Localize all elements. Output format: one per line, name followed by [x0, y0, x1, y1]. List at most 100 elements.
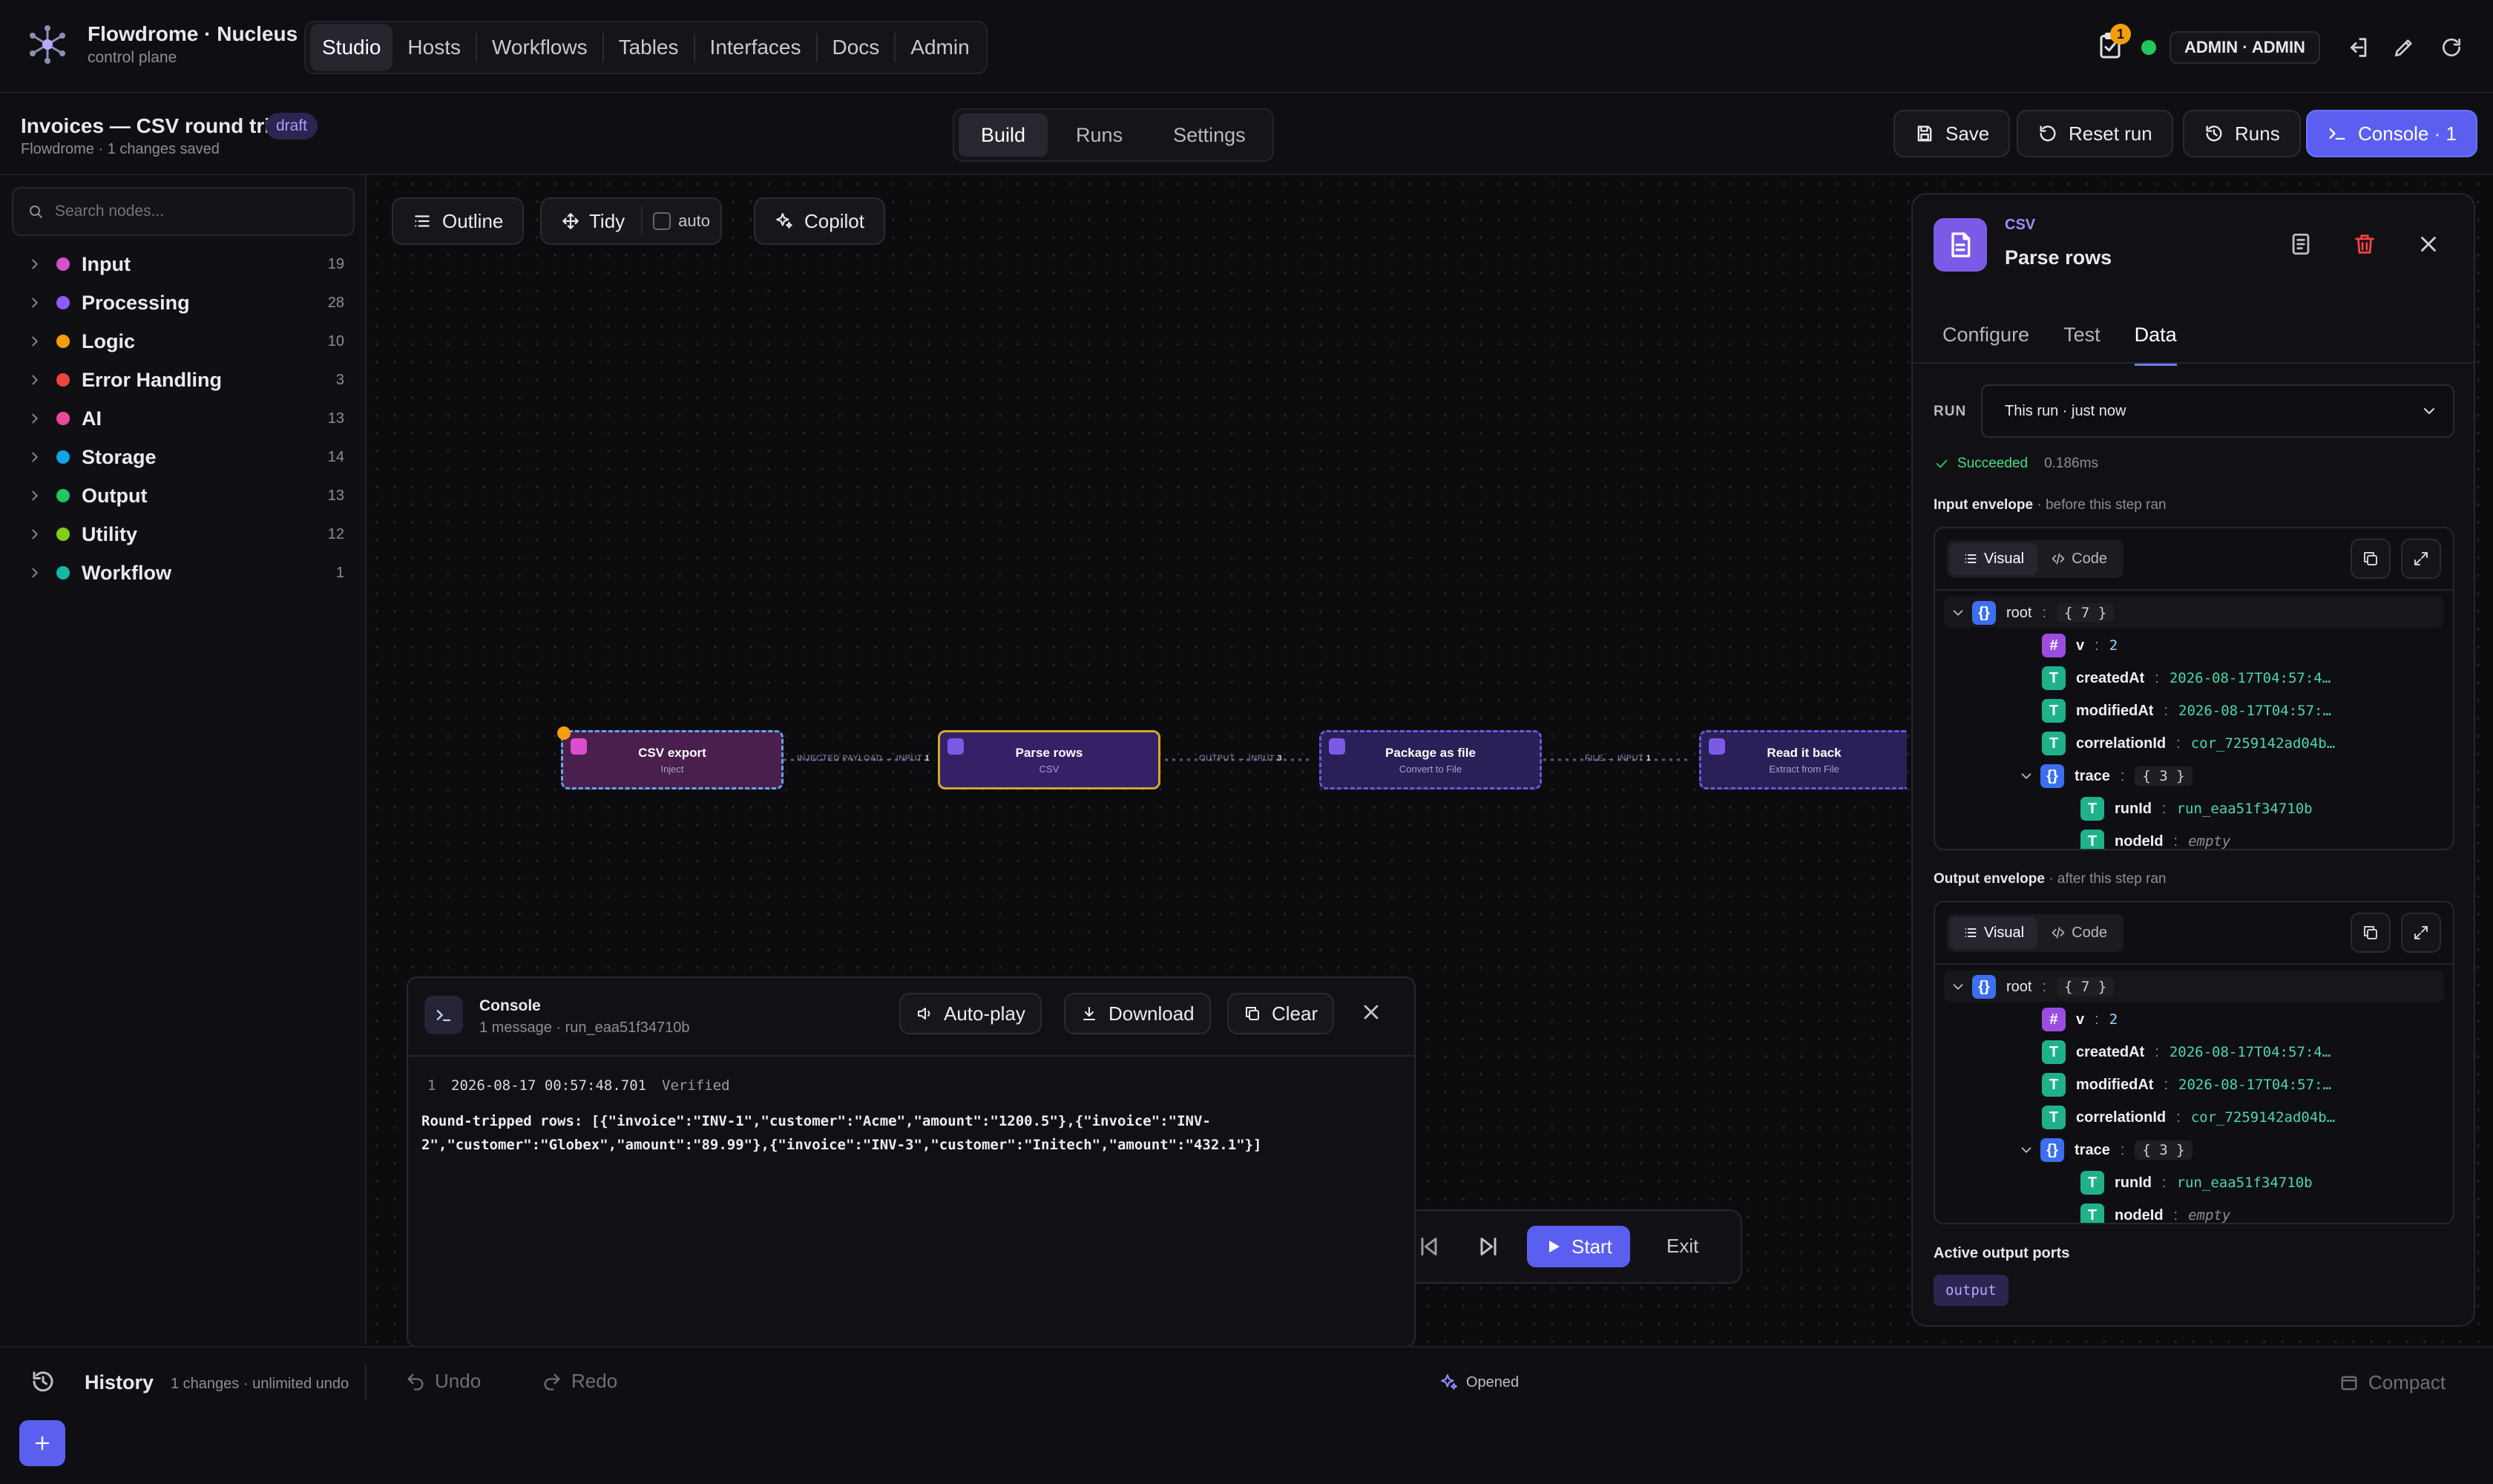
category-ai[interactable]: AI 13: [0, 399, 367, 438]
nav-tab-docs[interactable]: Docs: [821, 24, 892, 71]
start-button[interactable]: Start: [1527, 1226, 1630, 1267]
chevron-right-icon[interactable]: [27, 449, 45, 465]
tree-row-correlationid[interactable]: TcorrelationId: cor_7259142ad04b…: [2042, 730, 2335, 757]
category-error-handling[interactable]: Error Handling 3: [0, 361, 367, 399]
copy-icon[interactable]: [2351, 539, 2391, 579]
tree-row-v[interactable]: # v:2: [2042, 632, 2118, 659]
node-csv-export[interactable]: CSV export Inject: [557, 726, 784, 789]
tree-row-createdat[interactable]: TcreatedAt:2026-08-17T04:57:4…: [2042, 1039, 2331, 1066]
tab-settings[interactable]: Settings: [1151, 114, 1268, 157]
tree-row-trace[interactable]: {} trace:{ 3 }: [2018, 1137, 2193, 1163]
nav-tab-tables[interactable]: Tables: [607, 24, 691, 71]
visual-toggle[interactable]: Visual: [1950, 542, 2038, 575]
tree-row-runid[interactable]: TrunId: run_eaa51f34710b: [2080, 1169, 2313, 1196]
step-forward-icon[interactable]: [1475, 1233, 1502, 1260]
copy-icon[interactable]: [2351, 913, 2391, 953]
nav-tab-studio[interactable]: Studio: [310, 24, 393, 71]
chevron-right-icon[interactable]: [27, 372, 45, 388]
close-icon[interactable]: [2416, 232, 2441, 257]
tree-row-trace[interactable]: {} trace:{ 3 }: [2018, 763, 2193, 789]
console-button[interactable]: Console · 1: [2306, 110, 2477, 157]
run-select[interactable]: This run · just now: [1981, 384, 2454, 438]
trash-icon[interactable]: [2352, 232, 2377, 257]
tab-build[interactable]: Build: [959, 114, 1048, 157]
pencil-icon[interactable]: [2383, 27, 2425, 68]
nav-tab-hosts[interactable]: Hosts: [395, 24, 473, 71]
tree-row-root[interactable]: {} root:{ 7 }: [1950, 974, 2115, 1000]
exit-button[interactable]: Exit: [1666, 1235, 1698, 1258]
tree-row-modifiedat[interactable]: TmodifiedAt:2026-08-17T04:57:…: [2042, 1071, 2331, 1098]
app-logo-icon[interactable]: [27, 24, 68, 65]
notes-icon[interactable]: [2288, 232, 2313, 257]
check-icon: [1936, 459, 1948, 468]
tree-row-modifiedat[interactable]: TmodifiedAt:2026-08-17T04:57:…: [2042, 697, 2331, 724]
close-icon[interactable]: [1359, 1000, 1383, 1024]
user-badge[interactable]: ADMIN · ADMIN: [2170, 31, 2320, 64]
chevron-right-icon[interactable]: [27, 295, 45, 311]
code-toggle[interactable]: Code: [2037, 543, 2121, 575]
download-label: Download: [1108, 1002, 1195, 1025]
chevron-right-icon[interactable]: [27, 487, 45, 504]
undo-button[interactable]: Undo: [405, 1370, 481, 1393]
expand-icon[interactable]: [2401, 913, 2441, 953]
runs-button[interactable]: Runs: [2183, 110, 2301, 157]
output-port-chip[interactable]: output: [1934, 1275, 2008, 1306]
node-read-it-back[interactable]: Read it back Extract from File: [1699, 730, 1907, 789]
tree-row-nodeid[interactable]: TnodeId: empty: [2080, 1202, 2230, 1223]
nav-tab-admin[interactable]: Admin: [899, 24, 981, 71]
clear-button[interactable]: Clear: [1227, 993, 1335, 1034]
category-output[interactable]: Output 13: [0, 476, 367, 515]
refresh-icon[interactable]: [2431, 27, 2472, 68]
category-processing[interactable]: Processing 28: [0, 283, 367, 322]
search-box[interactable]: [12, 187, 355, 236]
tab-configure[interactable]: Configure: [1942, 324, 2029, 366]
category-storage[interactable]: Storage 14: [0, 438, 367, 476]
workflow-title[interactable]: Invoices — CSV round trip: [21, 114, 283, 138]
code-toggle[interactable]: Code: [2037, 917, 2121, 949]
tab-data[interactable]: Data: [2134, 324, 2177, 366]
string-type-icon: T: [2080, 1204, 2104, 1223]
expand-icon[interactable]: [2401, 539, 2441, 579]
tree-row-nodeid[interactable]: TnodeId: empty: [2080, 828, 2230, 849]
tree-row-root[interactable]: {} root:{ 7 }: [1950, 600, 2115, 626]
app-subtitle: control plane: [88, 49, 177, 66]
category-logic[interactable]: Logic 10: [0, 322, 367, 361]
node-title: Parse rows: [1015, 745, 1083, 760]
view-toggle: Visual Code: [1947, 913, 2124, 952]
nav-tab-workflows[interactable]: Workflows: [480, 24, 600, 71]
tree-key: root: [2006, 604, 2032, 621]
tree-row-runid[interactable]: TrunId: run_eaa51f34710b: [2080, 795, 2313, 822]
compact-button[interactable]: Compact: [2339, 1371, 2446, 1394]
node-package-as-file[interactable]: Package as file Convert to File: [1319, 730, 1542, 789]
search-input[interactable]: [55, 203, 337, 220]
logout-icon[interactable]: [2337, 27, 2379, 68]
visual-toggle[interactable]: Visual: [1950, 916, 2038, 949]
category-color-dot: [56, 412, 70, 425]
chevron-right-icon[interactable]: [27, 256, 45, 272]
reset-run-button[interactable]: Reset run: [2017, 110, 2173, 157]
node-parse-rows[interactable]: Parse rows CSV: [938, 730, 1160, 789]
step-back-icon[interactable]: [1416, 1233, 1442, 1260]
tab-test[interactable]: Test: [2063, 324, 2101, 366]
save-button[interactable]: Save: [1893, 110, 2011, 157]
download-button[interactable]: Download: [1064, 993, 1211, 1034]
status-text: Opened: [1466, 1373, 1520, 1391]
category-workflow[interactable]: Workflow 1: [0, 554, 367, 592]
node-title[interactable]: Parse rows: [2005, 246, 2112, 269]
redo-button[interactable]: Redo: [542, 1370, 617, 1393]
chevron-right-icon[interactable]: [27, 565, 45, 581]
tree-row-correlationid[interactable]: TcorrelationId: cor_7259142ad04b…: [2042, 1104, 2335, 1131]
category-input[interactable]: Input 19: [0, 245, 367, 283]
autoplay-button[interactable]: Auto-play: [899, 993, 1042, 1034]
tree-row-v[interactable]: # v:2: [2042, 1006, 2118, 1033]
run-status: Succeeded 0.186ms: [1934, 456, 2098, 472]
tab-runs[interactable]: Runs: [1054, 114, 1145, 157]
add-node-button[interactable]: [19, 1420, 65, 1466]
chevron-right-icon[interactable]: [27, 526, 45, 542]
tree-row-createdat[interactable]: TcreatedAt:2026-08-17T04:57:4…: [2042, 665, 2331, 692]
chevron-right-icon[interactable]: [27, 410, 45, 427]
nav-tab-interfaces[interactable]: Interfaces: [698, 24, 813, 71]
history-title[interactable]: History: [85, 1371, 154, 1394]
chevron-right-icon[interactable]: [27, 333, 45, 349]
category-utility[interactable]: Utility 12: [0, 515, 367, 554]
